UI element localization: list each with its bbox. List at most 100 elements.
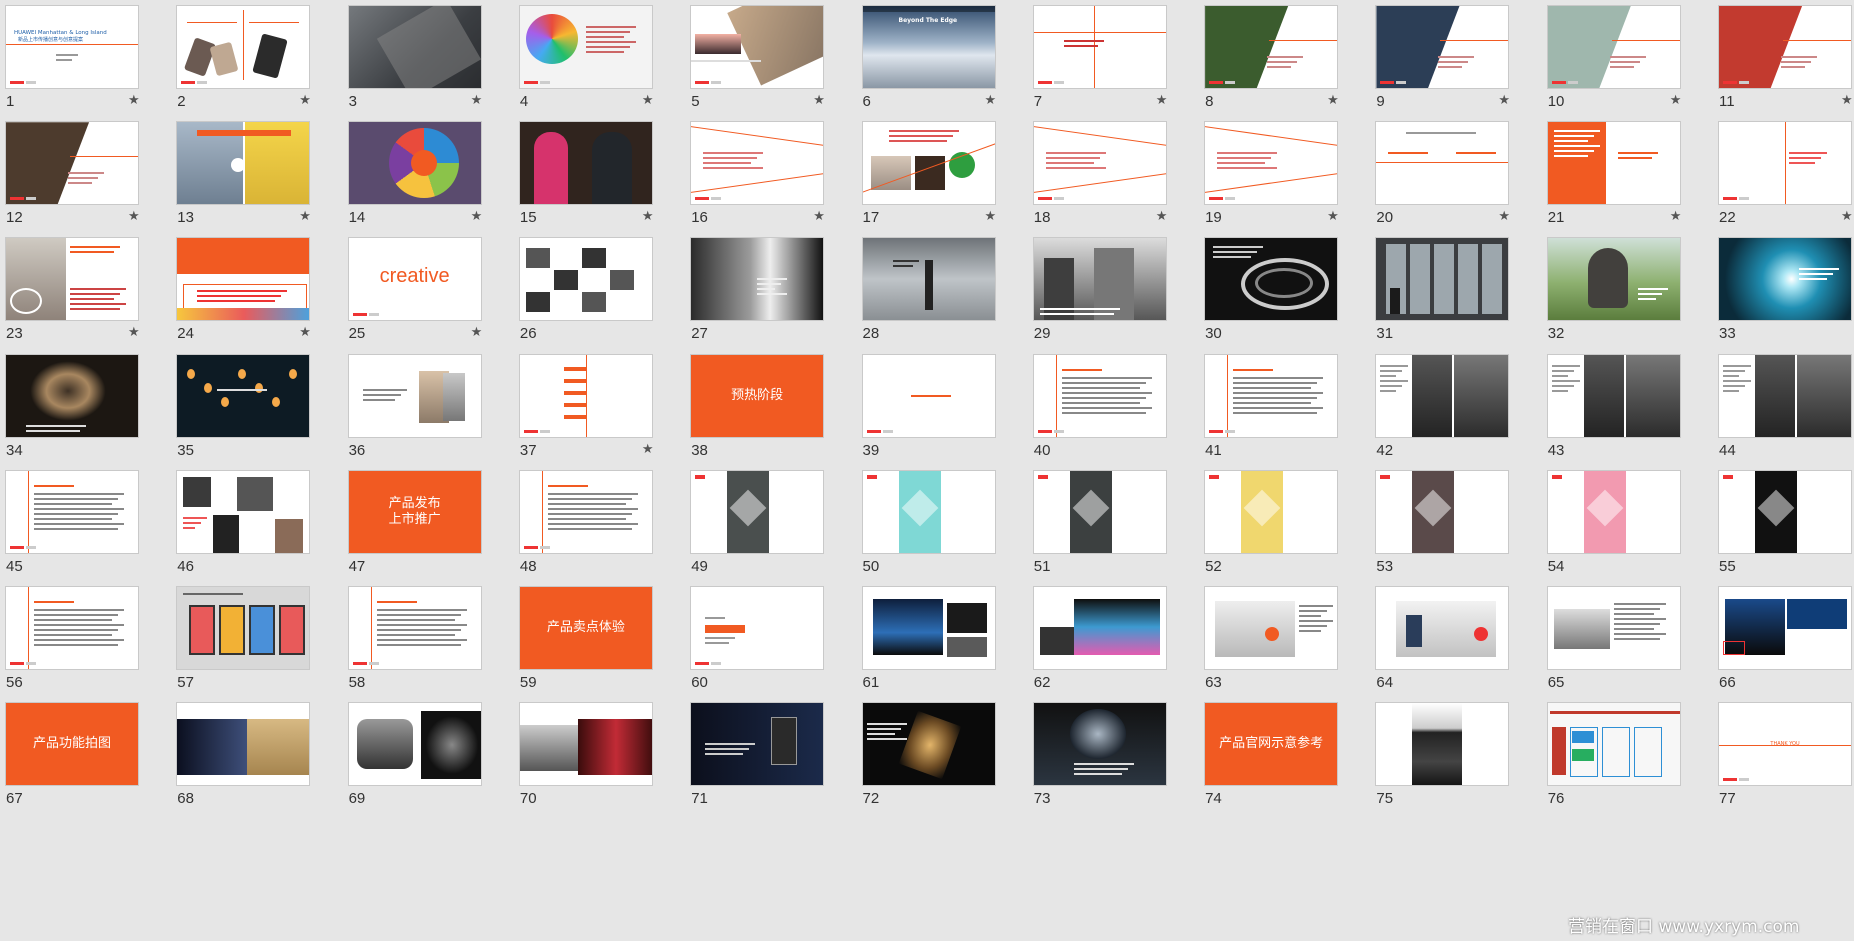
slide-preview[interactable]: [1375, 5, 1510, 89]
slide-thumbnail-70[interactable]: 70: [514, 697, 685, 834]
slide-preview[interactable]: Beyond The Edge: [861, 5, 996, 89]
animation-star-icon[interactable]: ★: [1670, 209, 1682, 224]
animation-star-icon[interactable]: ★: [1670, 93, 1682, 108]
slide-preview[interactable]: [176, 237, 311, 322]
slide-preview[interactable]: [5, 469, 139, 554]
slide-preview[interactable]: [861, 586, 996, 670]
animation-star-icon[interactable]: ★: [642, 209, 654, 224]
slide-preview[interactable]: [518, 469, 653, 554]
slide-preview[interactable]: 产品卖点体验: [518, 586, 653, 670]
slide-preview[interactable]: [1375, 469, 1510, 554]
animation-star-icon[interactable]: ★: [985, 209, 997, 224]
slide-preview[interactable]: [1204, 5, 1339, 89]
slide-preview[interactable]: [5, 121, 139, 206]
slide-preview[interactable]: 产品功能拍图: [5, 702, 139, 787]
slide-preview[interactable]: [1546, 702, 1681, 787]
slide-preview[interactable]: [690, 586, 825, 670]
slide-preview[interactable]: [518, 5, 653, 89]
slide-preview[interactable]: [861, 121, 996, 206]
animation-star-icon[interactable]: ★: [471, 209, 483, 224]
slide-preview[interactable]: HUAWEI Manhattan & Long Island 新品上市传播创意与创…: [5, 5, 139, 89]
slide-preview[interactable]: [1375, 702, 1510, 787]
slide-preview[interactable]: [5, 586, 139, 670]
animation-star-icon[interactable]: ★: [1841, 209, 1853, 224]
slide-thumbnail-67[interactable]: 产品功能拍图 67: [0, 697, 171, 834]
animation-star-icon[interactable]: ★: [642, 93, 654, 108]
slide-preview[interactable]: 产品官网示意参考: [1204, 702, 1339, 787]
slide-preview[interactable]: [1718, 121, 1852, 206]
slide-preview[interactable]: [1204, 469, 1339, 554]
slide-preview[interactable]: [1546, 469, 1681, 554]
slide-preview[interactable]: [176, 121, 311, 206]
slide-thumbnail-76[interactable]: 76: [1542, 697, 1713, 834]
animation-star-icon[interactable]: ★: [1156, 209, 1168, 224]
slide-preview[interactable]: [1204, 353, 1339, 438]
slide-thumbnail-69[interactable]: 69: [343, 697, 514, 834]
slide-preview[interactable]: [1032, 469, 1167, 554]
slide-preview[interactable]: [690, 702, 825, 787]
slide-preview[interactable]: [1546, 121, 1681, 206]
slide-preview[interactable]: [1032, 353, 1167, 438]
slide-preview[interactable]: [1204, 237, 1339, 322]
slide-preview[interactable]: [176, 702, 311, 787]
slide-preview[interactable]: [1546, 5, 1681, 89]
slide-preview[interactable]: [1204, 586, 1339, 670]
slide-preview[interactable]: [1375, 353, 1510, 438]
slide-thumbnail-68[interactable]: 68: [171, 697, 342, 834]
slide-preview[interactable]: [176, 5, 311, 89]
slide-preview[interactable]: [176, 586, 311, 670]
animation-star-icon[interactable]: ★: [1841, 93, 1853, 108]
animation-star-icon[interactable]: ★: [1327, 93, 1339, 108]
slide-preview[interactable]: [5, 237, 139, 322]
slide-preview[interactable]: [1032, 586, 1167, 670]
slide-preview[interactable]: [347, 5, 482, 89]
animation-star-icon[interactable]: ★: [813, 209, 825, 224]
slide-preview[interactable]: [1032, 702, 1167, 787]
animation-star-icon[interactable]: ★: [471, 93, 483, 108]
slide-preview[interactable]: THANK YOU: [1718, 702, 1852, 787]
slide-preview[interactable]: [1032, 237, 1167, 322]
slide-preview[interactable]: 预热阶段: [690, 353, 825, 438]
slide-thumbnail-72[interactable]: 72: [857, 697, 1028, 834]
slide-preview[interactable]: 产品发布 上市推广: [347, 469, 482, 554]
animation-star-icon[interactable]: ★: [299, 93, 311, 108]
animation-star-icon[interactable]: ★: [642, 442, 654, 457]
slide-preview[interactable]: [1718, 5, 1852, 89]
slide-thumbnail-74[interactable]: 产品官网示意参考 74: [1199, 697, 1370, 834]
slide-preview[interactable]: [690, 121, 825, 206]
slide-preview[interactable]: [1375, 237, 1510, 322]
slide-preview[interactable]: [1375, 121, 1510, 206]
slide-preview[interactable]: [1718, 353, 1852, 438]
slide-preview[interactable]: [861, 237, 996, 322]
slide-preview[interactable]: [347, 586, 482, 670]
animation-star-icon[interactable]: ★: [299, 325, 311, 340]
animation-star-icon[interactable]: ★: [1327, 209, 1339, 224]
slide-preview[interactable]: [1546, 353, 1681, 438]
slide-preview[interactable]: [861, 469, 996, 554]
slide-preview[interactable]: [690, 469, 825, 554]
slide-preview[interactable]: [176, 469, 311, 554]
slide-preview[interactable]: [1032, 5, 1167, 89]
slide-preview[interactable]: [1375, 586, 1510, 670]
animation-star-icon[interactable]: ★: [1498, 93, 1510, 108]
slide-thumbnail-77[interactable]: THANK YOU 77: [1713, 697, 1854, 834]
animation-star-icon[interactable]: ★: [128, 325, 140, 340]
slide-preview[interactable]: [1718, 237, 1852, 322]
slide-preview[interactable]: [861, 353, 996, 438]
slide-preview[interactable]: [518, 702, 653, 787]
slide-preview[interactable]: creative: [347, 237, 482, 322]
animation-star-icon[interactable]: ★: [128, 93, 140, 108]
slide-preview[interactable]: [518, 353, 653, 438]
animation-star-icon[interactable]: ★: [299, 209, 311, 224]
slide-preview[interactable]: [861, 702, 996, 787]
slide-preview[interactable]: [1718, 586, 1852, 670]
slide-preview[interactable]: [518, 237, 653, 322]
animation-star-icon[interactable]: ★: [813, 93, 825, 108]
animation-star-icon[interactable]: ★: [1156, 93, 1168, 108]
animation-star-icon[interactable]: ★: [1498, 209, 1510, 224]
slide-preview[interactable]: [347, 121, 482, 206]
slide-preview[interactable]: [176, 353, 311, 438]
slide-preview[interactable]: [347, 702, 482, 787]
slide-preview[interactable]: [1032, 121, 1167, 206]
slide-preview[interactable]: [347, 353, 482, 438]
